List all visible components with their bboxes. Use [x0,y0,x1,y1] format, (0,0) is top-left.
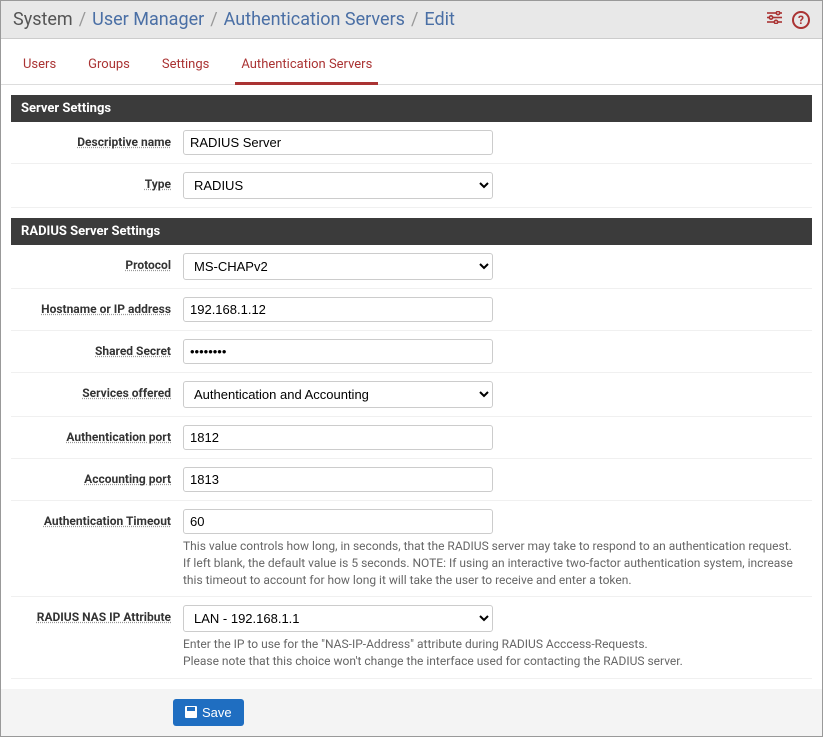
auth-timeout-help: This value controls how long, in seconds… [183,538,802,588]
nas-ip-select[interactable]: LAN - 192.168.1.1 [183,605,493,632]
acct-port-input[interactable] [183,467,493,492]
breadcrumb-root: System [13,9,73,30]
descriptive-name-input[interactable] [183,130,493,155]
label-protocol: Protocol [21,253,171,272]
services-select[interactable]: Authentication and Accounting [183,381,493,408]
separator: / [79,9,86,30]
shared-secret-input[interactable] [183,339,493,364]
hostname-input[interactable] [183,297,493,322]
label-services: Services offered [21,381,171,400]
label-auth-timeout: Authentication Timeout [21,509,171,528]
breadcrumb-user-manager[interactable]: User Manager [92,9,204,30]
breadcrumb-edit[interactable]: Edit [424,9,454,30]
label-shared-secret: Shared Secret [21,339,171,358]
label-nas-ip: RADIUS NAS IP Attribute [21,605,171,624]
breadcrumb: System / User Manager / Authentication S… [13,9,455,30]
protocol-select[interactable]: MS-CHAPv2 [183,253,493,280]
section-header-server-settings: Server Settings [11,95,812,122]
auth-port-input[interactable] [183,425,493,450]
separator: / [210,9,217,30]
save-button-label: Save [202,705,232,720]
tab-auth-servers[interactable]: Authentication Servers [235,49,378,85]
label-acct-port: Accounting port [21,467,171,486]
breadcrumb-auth-servers[interactable]: Authentication Servers [224,9,405,30]
tab-bar: Users Groups Settings Authentication Ser… [1,39,822,85]
label-descriptive-name: Descriptive name [21,130,171,149]
auth-timeout-input[interactable] [183,509,493,534]
tab-settings[interactable]: Settings [156,49,215,84]
section-header-radius-settings: RADIUS Server Settings [11,218,812,245]
tab-groups[interactable]: Groups [82,49,136,84]
tab-users[interactable]: Users [17,49,62,84]
save-icon [185,706,197,718]
help-icon[interactable]: ? [792,11,810,29]
nas-ip-help: Enter the IP to use for the "NAS-IP-Addr… [183,636,802,670]
label-auth-port: Authentication port [21,425,171,444]
separator: / [411,9,418,30]
label-hostname: Hostname or IP address [21,297,171,316]
settings-sliders-icon[interactable] [767,11,782,28]
label-type: Type [21,172,171,191]
save-button[interactable]: Save [173,699,244,726]
type-select[interactable]: RADIUS [183,172,493,199]
